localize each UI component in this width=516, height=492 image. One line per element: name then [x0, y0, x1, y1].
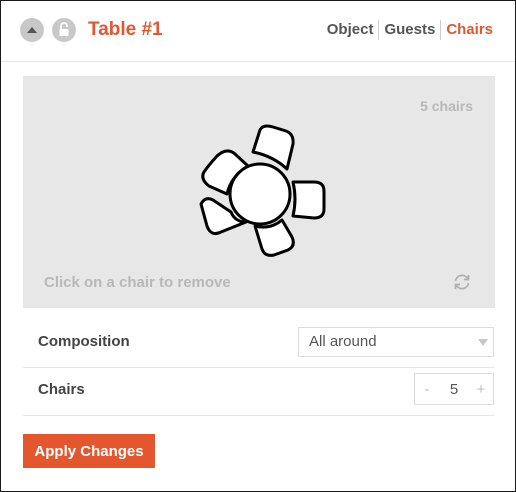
- chairs-stepper[interactable]: - 5 +: [414, 373, 494, 405]
- tab-object[interactable]: Object: [322, 20, 379, 40]
- table-preview: 5 chairs Click on a chair to remove: [23, 76, 495, 308]
- table-diagram: [199, 124, 326, 257]
- tab-bar: Object Guests Chairs: [322, 20, 493, 40]
- chairs-row: Chairs - 5 +: [23, 367, 495, 416]
- tab-chairs[interactable]: Chairs: [440, 20, 493, 40]
- composition-row: Composition All around: [23, 319, 495, 368]
- lock-button[interactable]: [52, 18, 76, 42]
- collapse-button[interactable]: [20, 18, 44, 42]
- lock-icon: [59, 22, 69, 36]
- chair-right[interactable]: [291, 180, 326, 220]
- reset-button[interactable]: [451, 271, 473, 293]
- composition-select[interactable]: All around: [298, 327, 494, 357]
- panel-header: Table #1 Object Guests Chairs: [1, 1, 515, 62]
- chairs-label: Chairs: [38, 381, 85, 398]
- chair-count-label: 5 chairs: [420, 98, 473, 114]
- tab-guests[interactable]: Guests: [378, 20, 440, 40]
- increment-button[interactable]: +: [469, 381, 493, 398]
- composition-label: Composition: [38, 333, 130, 350]
- composition-value: All around: [309, 333, 377, 350]
- chevron-down-icon: [478, 339, 488, 346]
- page-title: Table #1: [88, 19, 163, 40]
- refresh-icon: [454, 274, 470, 290]
- decrement-button[interactable]: -: [415, 381, 439, 398]
- chevron-up-icon: [27, 27, 37, 33]
- panel: Table #1 Object Guests Chairs 5 chairs C…: [0, 0, 516, 492]
- round-table: [228, 162, 292, 226]
- remove-chair-hint: Click on a chair to remove: [44, 274, 231, 291]
- apply-changes-button[interactable]: Apply Changes: [23, 434, 155, 468]
- chairs-value[interactable]: 5: [439, 381, 469, 398]
